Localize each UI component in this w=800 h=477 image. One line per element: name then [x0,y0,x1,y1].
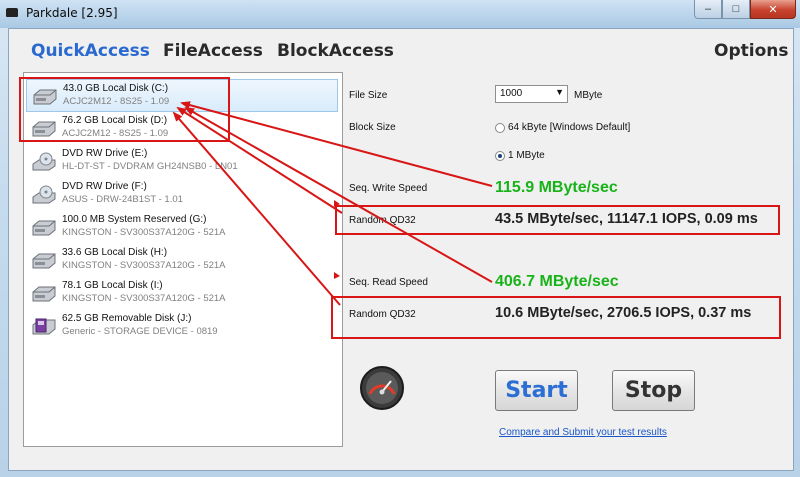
seq-read-label: Seq. Read Speed [349,277,428,288]
window-title: Parkdale [2.95] [26,6,118,20]
drive-name: 43.0 GB Local Disk (C:) [63,83,169,94]
random-read-label: Random QD32 [349,309,416,320]
file-size-unit: MByte [574,90,603,101]
hard-disk-icon [33,89,57,105]
drive-item[interactable]: 43.0 GB Local Disk (C:) ACJC2M12 - 8S25 … [26,79,338,112]
removable-disk-icon [32,318,56,335]
random-write-value: 43.5 MByte/sec, 11147.1 IOPS, 0.09 ms [495,211,758,227]
start-button[interactable]: Start [495,370,578,411]
drive-name: 100.0 MB System Reserved (G:) [62,214,207,225]
file-size-select[interactable]: 1000 ▼ [495,85,568,103]
options-menu[interactable]: Options [714,41,788,61]
drive-detail: KINGSTON - SV300S37A120G - 521A [62,293,226,304]
block-size-1m-radio[interactable] [495,151,505,161]
stop-button[interactable]: Stop [612,370,695,411]
drive-detail: KINGSTON - SV300S37A120G - 521A [62,227,226,238]
close-button[interactable]: ✕ [750,0,796,19]
drive-name: 78.1 GB Local Disk (I:) [62,280,163,291]
block-size-label: Block Size [349,122,396,133]
maximize-button[interactable]: □ [722,0,750,19]
drive-item[interactable]: 76.2 GB Local Disk (D:) ACJC2M12 - 8S25 … [26,112,338,145]
drive-name: 76.2 GB Local Disk (D:) [62,115,168,126]
drive-item[interactable]: DVD RW Drive (E:) HL-DT-ST - DVDRAM GH24… [26,145,338,178]
seq-read-value: 406.7 MByte/sec [495,273,619,290]
drive-detail: KINGSTON - SV300S37A120G - 521A [62,260,226,271]
hard-disk-icon [32,286,56,302]
drive-item[interactable]: 100.0 MB System Reserved (G:) KINGSTON -… [26,211,338,244]
drive-name: 33.6 GB Local Disk (H:) [62,247,168,258]
drive-item[interactable]: 33.6 GB Local Disk (H:) KINGSTON - SV300… [26,244,338,277]
drive-item[interactable]: DVD RW Drive (F:) ASUS - DRW-24B1ST - 1.… [26,178,338,211]
main-menu: QuickAccess FileAccess BlockAccess Optio… [9,29,793,73]
chevron-down-icon: ▼ [555,87,564,97]
window-controls: – □ ✕ [694,0,796,20]
drive-list[interactable]: 43.0 GB Local Disk (C:) ACJC2M12 - 8S25 … [23,72,343,447]
drive-name: 62.5 GB Removable Disk (J:) [62,313,192,324]
drive-detail: ASUS - DRW-24B1ST - 1.01 [62,194,183,205]
tab-quickaccess[interactable]: QuickAccess [31,41,150,61]
main-window: QuickAccess FileAccess BlockAccess Optio… [8,28,794,471]
seq-write-label: Seq. Write Speed [349,183,428,194]
drive-detail: ACJC2M12 - 8S25 - 1.09 [63,96,170,107]
tab-fileaccess[interactable]: FileAccess [163,41,263,61]
minimize-button[interactable]: – [694,0,722,19]
compare-submit-link[interactable]: Compare and Submit your test results [499,427,667,438]
seq-write-value: 115.9 MByte/sec [495,179,618,196]
hard-disk-icon [32,220,56,236]
dvd-drive-icon [32,185,56,204]
file-size-label: File Size [349,90,388,101]
drive-detail: ACJC2M12 - 8S25 - 1.09 [62,128,169,139]
tab-blockaccess[interactable]: BlockAccess [277,41,394,61]
hard-disk-icon [32,121,56,137]
drive-item[interactable]: 78.1 GB Local Disk (I:) KINGSTON - SV300… [26,277,338,310]
drive-detail: HL-DT-ST - DVDRAM GH24NSB0 - LN01 [62,161,238,172]
app-icon [6,8,18,17]
random-read-value: 10.6 MByte/sec, 2706.5 IOPS, 0.37 ms [495,305,752,321]
title-bar[interactable]: Parkdale [2.95] – □ ✕ [0,0,800,28]
drive-name: DVD RW Drive (E:) [62,148,148,159]
hard-disk-icon [32,253,56,269]
block-size-64k-label: 64 kByte [Windows Default] [508,122,631,133]
dvd-drive-icon [32,152,56,171]
speedometer-icon [360,366,404,410]
file-size-value: 1000 [500,88,523,99]
block-size-64k-radio[interactable] [495,123,505,133]
drive-name: DVD RW Drive (F:) [62,181,147,192]
drive-detail: Generic - STORAGE DEVICE - 0819 [62,326,218,337]
random-write-label: Random QD32 [349,215,416,226]
drive-item[interactable]: 62.5 GB Removable Disk (J:) Generic - ST… [26,310,338,343]
block-size-1m-label: 1 MByte [508,150,545,161]
